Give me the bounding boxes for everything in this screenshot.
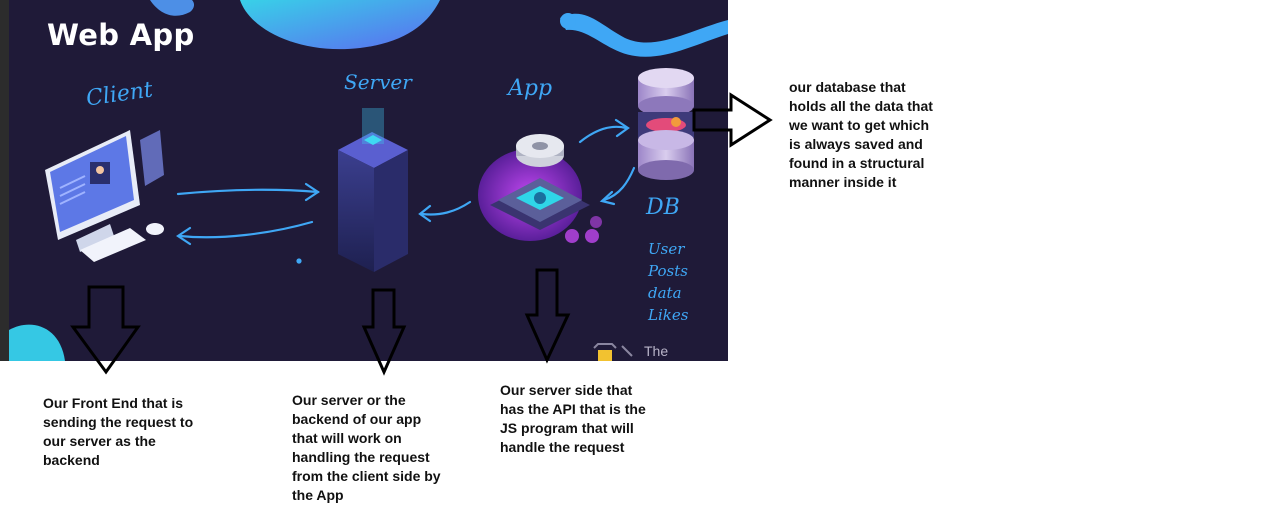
annotation-arrow-db — [692, 92, 773, 148]
server-annotation: Our server or the backend of our app tha… — [292, 392, 441, 503]
app-annotation: Our server side that has the API that is… — [500, 382, 646, 455]
annotation-arrow-app — [524, 268, 571, 364]
client-annotation: Our Front End that is sending the reques… — [43, 395, 194, 468]
db-annotation: our database that holds all the data tha… — [789, 79, 933, 190]
annotation-arrow-client — [70, 285, 141, 375]
annotation-arrow-server — [361, 288, 407, 376]
